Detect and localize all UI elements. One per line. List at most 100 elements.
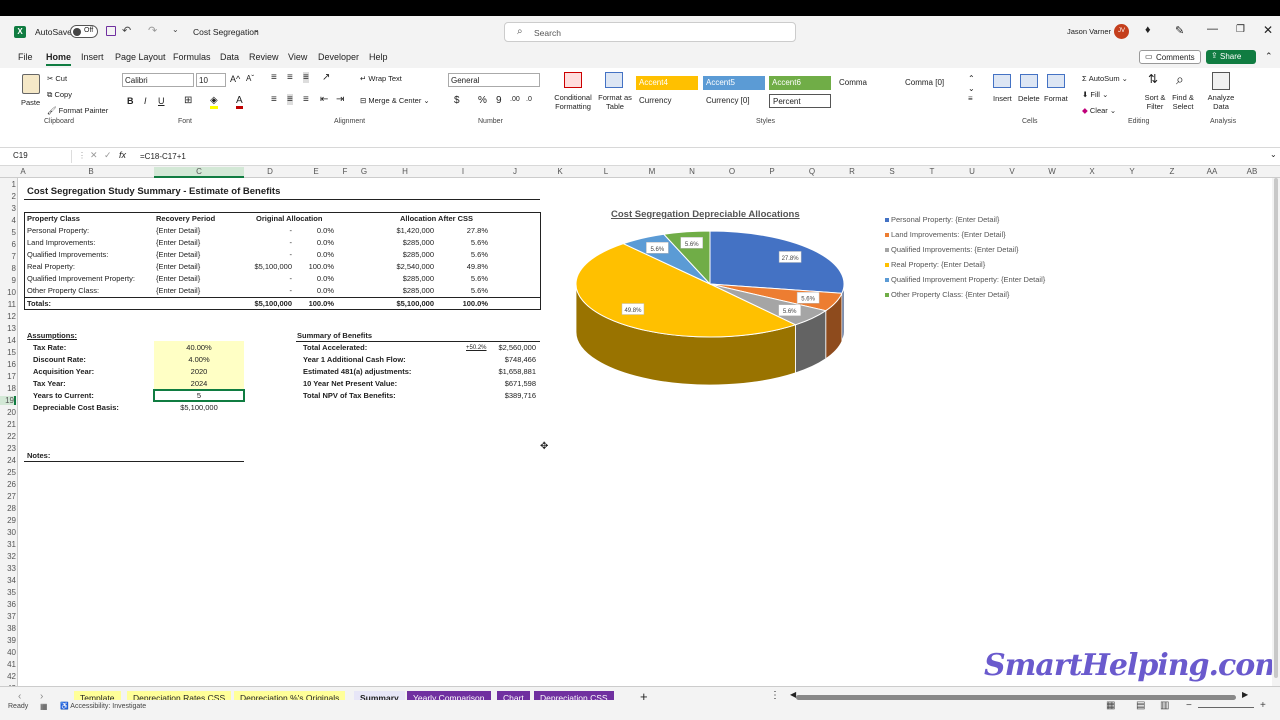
col-header[interactable]: X	[1072, 167, 1112, 176]
legend-entry[interactable]: Qualified Improvements: {Enter Detail}	[891, 245, 1019, 255]
orientation-icon[interactable]: ↗	[322, 72, 330, 83]
style-currency[interactable]: Currency	[636, 94, 698, 108]
avatar[interactable]: JV	[1114, 24, 1129, 39]
sheet-title[interactable]: Cost Segregation Study Summary - Estimat…	[27, 187, 280, 197]
col-header[interactable]: K	[540, 167, 580, 176]
after-amount-cell[interactable]: $285,000	[374, 250, 434, 260]
comments-button[interactable]: ▭ Comments	[1139, 50, 1201, 64]
formula-input[interactable]: =C18-C17+1	[140, 152, 186, 161]
row-header[interactable]: 25	[0, 468, 16, 477]
page-break-view-icon[interactable]: ▥	[1160, 700, 1169, 711]
zoom-slider[interactable]	[1198, 707, 1254, 708]
col-header[interactable]: U	[952, 167, 992, 176]
after-pct-cell[interactable]: 5.6%	[448, 274, 488, 284]
row-header[interactable]: 37	[0, 612, 16, 621]
paste-icon[interactable]	[22, 74, 40, 94]
benefit-value[interactable]: $748,466	[480, 355, 536, 365]
assumption-label[interactable]: Discount Rate:	[33, 355, 86, 365]
user-name[interactable]: Jason Varner	[1067, 27, 1111, 36]
tab-page-layout[interactable]: Page Layout	[115, 52, 166, 62]
tab-home[interactable]: Home	[46, 52, 72, 66]
pie-data-label[interactable]: 5.6%	[778, 304, 801, 316]
align-top-icon[interactable]: ≡	[271, 72, 277, 83]
class-cell[interactable]: Other Property Class:	[27, 286, 99, 296]
align-right-icon[interactable]: ≡	[303, 94, 309, 105]
orig-pct-cell[interactable]: 0.0%	[296, 286, 334, 296]
row-header[interactable]: 2	[0, 192, 16, 201]
name-box[interactable]: C19	[10, 150, 72, 163]
copy-button[interactable]: ⧉ Copy	[47, 90, 72, 100]
col-header[interactable]: AB	[1232, 167, 1272, 176]
row-header[interactable]: 39	[0, 636, 16, 645]
row-header[interactable]: 40	[0, 648, 16, 657]
autosum-button[interactable]: Σ AutoSum ⌄	[1082, 74, 1128, 83]
orig-amount-cell[interactable]: -	[230, 286, 293, 296]
col-header[interactable]: E	[296, 167, 336, 176]
period-cell[interactable]: {Enter Detail}	[156, 286, 200, 296]
row-header[interactable]: 32	[0, 552, 16, 561]
style-accent4[interactable]: Accent4	[636, 76, 698, 90]
row-header[interactable]: 12	[0, 312, 16, 321]
pie-chart[interactable]: 27.8% 5.6% 5.6% 49.8% 5.6% 5.6%	[570, 226, 860, 396]
col-header[interactable]: T	[912, 167, 952, 176]
close-icon[interactable]: ✕	[1263, 23, 1273, 37]
class-cell[interactable]: Personal Property:	[27, 226, 89, 236]
conditional-formatting-button[interactable]: Conditional Formatting	[548, 93, 598, 111]
header-property-class[interactable]: Property Class	[27, 214, 80, 224]
pen-icon[interactable]: ✎	[1175, 24, 1184, 37]
after-pct-cell[interactable]: 49.8%	[448, 262, 488, 272]
bold-icon[interactable]: B	[127, 96, 134, 106]
period-cell[interactable]: {Enter Detail}	[156, 274, 200, 284]
row-header[interactable]: 31	[0, 540, 16, 549]
header-original-allocation[interactable]: Original Allocation	[256, 214, 322, 224]
row-header[interactable]: 16	[0, 360, 16, 369]
fill-button[interactable]: ⬇ Fill ⌄	[1082, 90, 1108, 99]
orig-amount-cell[interactable]: -	[230, 250, 293, 260]
page-layout-view-icon[interactable]: ▤	[1136, 700, 1145, 711]
col-header[interactable]: Z	[1152, 167, 1192, 176]
zoom-out-icon[interactable]: −	[1186, 700, 1192, 711]
orig-pct-cell[interactable]: 0.0%	[296, 250, 334, 260]
totals-orig-amount[interactable]: $5,100,000	[230, 299, 292, 309]
benefit-value[interactable]: $2,560,000	[480, 343, 536, 353]
class-cell[interactable]: Real Property:	[27, 262, 75, 272]
italic-icon[interactable]: I	[144, 96, 147, 106]
style-currency-0[interactable]: Currency [0]	[703, 94, 765, 108]
clear-button[interactable]: ◆ Clear ⌄	[1082, 106, 1116, 115]
orig-amount-cell[interactable]: -	[230, 226, 293, 236]
row-header[interactable]: 15	[0, 348, 16, 357]
restore-icon[interactable]: ❐	[1236, 24, 1245, 35]
tab-review[interactable]: Review	[249, 52, 279, 62]
col-header[interactable]: A	[18, 167, 28, 176]
vertical-scrollbar[interactable]	[1272, 178, 1280, 686]
analyze-data-button[interactable]: Analyze Data	[1206, 93, 1236, 111]
assumption-value[interactable]: 40.00%	[154, 343, 244, 353]
class-cell[interactable]: Land Improvements:	[27, 238, 95, 248]
col-header[interactable]: B	[28, 167, 154, 176]
legend-entry[interactable]: Land Improvements: {Enter Detail}	[891, 230, 1006, 240]
align-left-icon[interactable]: ≡	[271, 94, 277, 105]
align-middle-icon[interactable]: ≡	[287, 72, 293, 83]
row-header[interactable]: 22	[0, 432, 16, 441]
benefit-value[interactable]: $671,598	[480, 379, 536, 389]
orig-amount-cell[interactable]: -	[230, 274, 293, 284]
font-name-dropdown[interactable]: Calibri	[122, 73, 194, 87]
benefit-value[interactable]: $389,716	[480, 391, 536, 401]
redo-icon[interactable]: ↷	[148, 24, 157, 37]
col-header[interactable]: I	[436, 167, 490, 176]
row-header[interactable]: 26	[0, 480, 16, 489]
assumption-label[interactable]: Tax Year:	[33, 379, 66, 389]
align-bottom-icon[interactable]: ≡	[303, 72, 309, 83]
period-cell[interactable]: {Enter Detail}	[156, 238, 200, 248]
style-percent[interactable]: Percent	[769, 94, 831, 108]
orig-pct-cell[interactable]: 0.0%	[296, 238, 334, 248]
row-header[interactable]: 23	[0, 444, 16, 453]
expand-formula-icon[interactable]: ⌄	[1270, 150, 1277, 159]
row-header[interactable]: 33	[0, 564, 16, 573]
pie-data-label[interactable]: 5.6%	[646, 242, 669, 254]
row-header[interactable]: 27	[0, 492, 16, 501]
assumption-value[interactable]: $5,100,000	[154, 403, 244, 413]
autosave-toggle[interactable]: Off	[70, 25, 98, 38]
after-pct-cell[interactable]: 27.8%	[448, 226, 488, 236]
pie-data-label[interactable]: 5.6%	[796, 291, 820, 304]
